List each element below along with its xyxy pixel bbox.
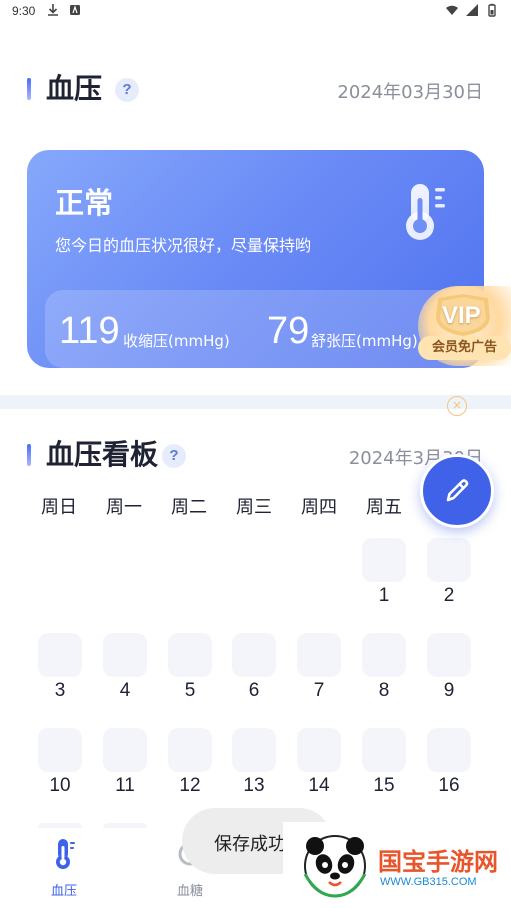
section-accent-bar — [27, 444, 31, 466]
section-accent-bar — [27, 78, 31, 100]
calendar-day-cell[interactable] — [297, 633, 341, 677]
calendar-day-number: 13 — [243, 775, 265, 796]
weekday-label: 周五 — [366, 497, 402, 518]
status-time: 9:30 — [12, 4, 36, 18]
weekday-label: 周四 — [301, 497, 337, 518]
watermark-title: 国宝手游网 — [378, 848, 498, 876]
calendar-day-number: 6 — [248, 680, 260, 701]
calendar-day-cell[interactable] — [427, 728, 471, 772]
calendar-day-number: 11 — [115, 775, 135, 796]
calendar-day-number: 2 — [443, 585, 455, 606]
calendar-day-number: 4 — [119, 680, 131, 701]
site-watermark: 国宝手游网 WWW.GB315.COM — [283, 822, 511, 908]
bp-date[interactable]: 2024年03月30日 — [337, 78, 483, 104]
toast-text: 保存成功 — [214, 834, 286, 855]
bp-section-header: 血压 ? 2024年03月30日 — [0, 70, 511, 110]
calendar-day-number: 3 — [54, 680, 66, 701]
status-bar: 9:30 — [0, 0, 511, 24]
vip-tag: 会员免广告 — [418, 336, 511, 360]
calendar-day-number: 1 — [378, 585, 390, 606]
bp-status-card: 正常 您今日的血压状况很好，尽量保持哟 119 收缩压(mmHg) 79 舒张压… — [27, 150, 484, 368]
calendar-day-number: 14 — [308, 775, 330, 796]
calendar-day-cell[interactable] — [232, 728, 276, 772]
app-screen: 9:30 血压 ? 2024年03月30日 正常 您今日的血压状况很好，尽量保持… — [0, 0, 511, 908]
weekday-label: 周二 — [171, 497, 207, 518]
weekday-label: 周日 — [41, 497, 77, 518]
calendar-day-number: 9 — [443, 680, 455, 701]
battery-icon — [488, 3, 496, 17]
thermometer-icon — [56, 839, 75, 869]
calendar-day-number: 7 — [313, 680, 325, 701]
calendar-day-number: 15 — [373, 775, 395, 796]
section-divider — [0, 395, 511, 409]
calendar-day-cell[interactable] — [362, 728, 406, 772]
weekday-label: 周一 — [106, 497, 142, 518]
app-notification-icon — [70, 5, 80, 15]
systolic-value: 119 — [59, 310, 120, 352]
wifi-icon — [446, 5, 458, 15]
calendar-day-number: 5 — [184, 680, 196, 701]
bp-status-message: 您今日的血压状况很好，尽量保持哟 — [55, 236, 312, 255]
bp-section-title: 血压 — [46, 72, 103, 105]
vip-badge[interactable]: VIP 会员免广告 — [418, 286, 511, 366]
thermometer-icon — [406, 184, 445, 240]
board-help-icon[interactable]: ? — [162, 444, 186, 468]
vip-close-icon[interactable]: × — [447, 396, 467, 416]
calendar-day-cell[interactable] — [103, 633, 147, 677]
nav-label-blood-pressure: 血压 — [50, 884, 77, 899]
nav-label-blood-sugar: 血糖 — [176, 884, 203, 899]
calendar-day-cell[interactable] — [427, 633, 471, 677]
calendar-day-cell[interactable] — [297, 728, 341, 772]
system-icons — [445, 3, 499, 17]
download-icon — [48, 4, 58, 16]
calendar-day-number: 12 — [179, 775, 201, 796]
pencil-icon — [446, 479, 469, 502]
calendar-day-cell[interactable] — [168, 633, 212, 677]
calendar-day-number: 16 — [438, 775, 460, 796]
calendar-day-cell[interactable] — [103, 728, 147, 772]
signal-icon — [466, 4, 478, 16]
calendar-day-cell[interactable] — [38, 633, 82, 677]
board-section-title: 血压看板 — [46, 438, 159, 471]
notification-icons — [46, 3, 82, 17]
calendar-day-cell[interactable] — [232, 633, 276, 677]
vip-text: VIP — [442, 302, 481, 329]
weekday-label: 周三 — [236, 497, 272, 518]
nav-item-blood-pressure[interactable]: 血压 — [24, 838, 104, 899]
bp-status-text: 正常 — [55, 186, 114, 220]
calendar-day-cell[interactable] — [362, 538, 406, 582]
systolic-label: 收缩压(mmHg) — [123, 332, 230, 350]
calendar-day-cell[interactable] — [362, 633, 406, 677]
diastolic-value: 79 — [267, 310, 310, 352]
panda-logo-icon — [303, 835, 367, 898]
calendar-day-number: 10 — [49, 775, 71, 796]
calendar-day-number: 8 — [378, 680, 390, 701]
edit-fab-button[interactable] — [420, 454, 494, 528]
diastolic-label: 舒张压(mmHg) — [311, 332, 418, 350]
calendar-day-cell[interactable] — [427, 538, 471, 582]
calendar-day-cell[interactable] — [38, 728, 82, 772]
calendar-day-cell[interactable] — [168, 728, 212, 772]
bp-help-icon[interactable]: ? — [115, 78, 139, 102]
weekday-row: 周日 周一 周二 周三 周四 周五 — [27, 493, 484, 518]
watermark-url: WWW.GB315.COM — [380, 876, 477, 888]
